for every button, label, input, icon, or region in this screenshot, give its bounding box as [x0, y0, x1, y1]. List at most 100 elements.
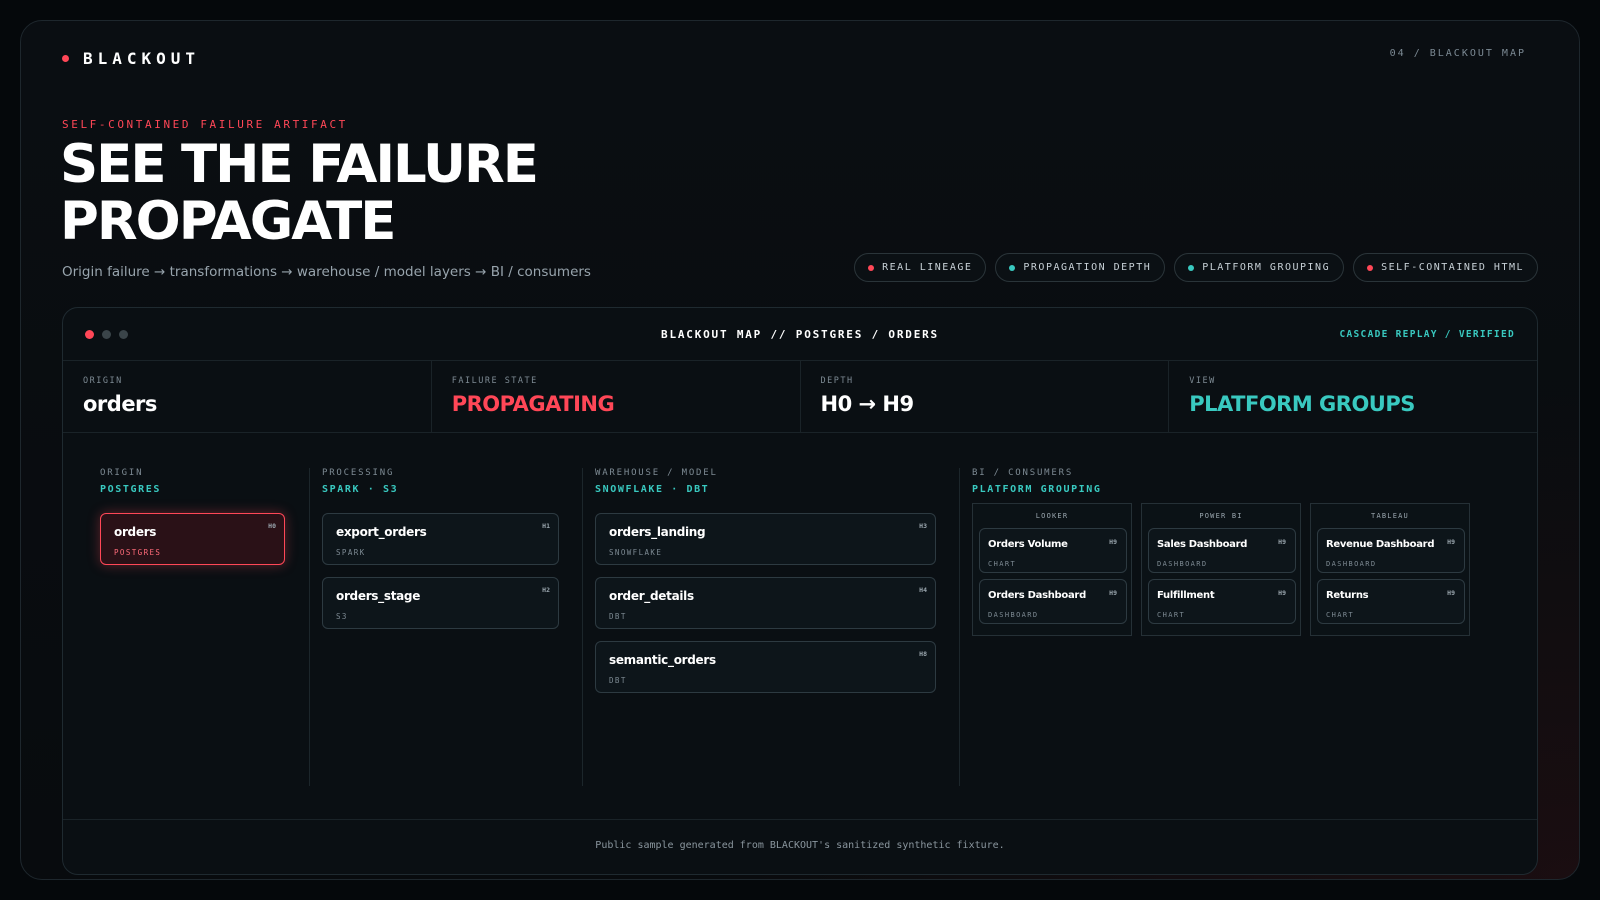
node-type: CHART	[1326, 611, 1355, 619]
node-hop: H0	[268, 522, 276, 530]
node-sales-dashboard[interactable]: Sales Dashboard DASHBOARD H9	[1148, 528, 1296, 573]
stat-depth: DEPTH H0 → H9	[801, 361, 1170, 432]
node-name: order_details	[609, 589, 694, 603]
node-hop: H9	[1278, 538, 1286, 546]
column-origin: ORIGIN POSTGRES	[100, 468, 161, 495]
group-title: LOOKER	[1035, 512, 1069, 520]
column-label: PROCESSING	[322, 468, 395, 478]
column-label: ORIGIN	[100, 468, 144, 478]
node-type: DASHBOARD	[1157, 560, 1208, 568]
stat-view: VIEW PLATFORM GROUPS	[1169, 361, 1537, 432]
node-name: orders	[114, 525, 157, 539]
column-label: WAREHOUSE / MODEL	[595, 468, 718, 478]
stat-value: PLATFORM GROUPS	[1189, 392, 1415, 416]
brand-name: BLACKOUT	[83, 49, 201, 68]
node-hop: H9	[1109, 589, 1117, 597]
column-divider	[582, 468, 583, 786]
footer-text: Public sample generated from BLACKOUT's …	[595, 840, 1005, 851]
column-divider	[309, 468, 310, 786]
group-title: TABLEAU	[1371, 512, 1409, 520]
blackout-map-window: BLACKOUT MAP // POSTGRES / ORDERS CASCAD…	[62, 307, 1538, 875]
window-status: CASCADE REPLAY / VERIFIED	[1339, 329, 1515, 340]
node-type: SNOWFLAKE	[609, 548, 663, 557]
group-power-bi: POWER BI Sales Dashboard DASHBOARD H9 Fu…	[1141, 503, 1301, 636]
node-revenue-dashboard[interactable]: Revenue Dashboard DASHBOARD H9	[1317, 528, 1465, 573]
stat-label: FAILURE STATE	[451, 376, 538, 386]
pill-dot-icon	[1367, 264, 1374, 271]
stat-label: VIEW	[1189, 376, 1216, 386]
node-name: Orders Volume	[988, 539, 1068, 550]
page-tag: 04 / BLACKOUT MAP	[1389, 48, 1526, 59]
node-hop: H1	[542, 522, 550, 530]
node-hop: H9	[1447, 538, 1455, 546]
node-name: Returns	[1326, 590, 1369, 601]
node-hop: H8	[919, 650, 927, 658]
node-type: CHART	[1157, 611, 1186, 619]
node-hop: H9	[1278, 589, 1286, 597]
node-name: semantic_orders	[609, 653, 716, 667]
node-semantic-orders[interactable]: semantic_orders DBT H8	[595, 641, 936, 693]
group-looker: LOOKER Orders Volume CHART H9 Orders Das…	[972, 503, 1132, 636]
column-label: BI / CONSUMERS	[972, 468, 1074, 478]
window-titlebar: BLACKOUT MAP // POSTGRES / ORDERS CASCAD…	[63, 308, 1537, 361]
pill-label: SELF-CONTAINED HTML	[1381, 262, 1524, 273]
stat-failure-state: FAILURE STATE PROPAGATING	[432, 361, 801, 432]
node-type: DBT	[609, 676, 627, 685]
node-orders-volume[interactable]: Orders Volume CHART H9	[979, 528, 1127, 573]
node-returns[interactable]: Returns CHART H9	[1317, 579, 1465, 624]
node-type: POSTGRES	[114, 548, 162, 557]
node-fulfillment[interactable]: Fulfillment CHART H9	[1148, 579, 1296, 624]
brand[interactable]: BLACKOUT	[62, 49, 200, 68]
hero-title-line1: SEE THE FAILURE	[60, 134, 539, 195]
pill-label: PROPAGATION DEPTH	[1023, 262, 1152, 273]
node-type: DBT	[609, 612, 627, 621]
node-name: Sales Dashboard	[1157, 539, 1248, 550]
column-processing: PROCESSING SPARK · S3	[322, 468, 398, 495]
column-warehouse: WAREHOUSE / MODEL SNOWFLAKE · DBT	[595, 468, 718, 495]
node-name: Orders Dashboard	[988, 590, 1086, 601]
column-platform: PLATFORM GROUPING	[972, 484, 1102, 495]
lineage-columns: ORIGIN POSTGRES orders POSTGRES H0 PROCE…	[63, 433, 1537, 820]
pill-real-lineage: REAL LINEAGE	[854, 253, 987, 282]
node-name: orders_landing	[609, 525, 706, 539]
node-order-details[interactable]: order_details DBT H4	[595, 577, 936, 629]
stat-value: H0 → H9	[820, 392, 915, 416]
brand-dot-icon	[62, 55, 69, 62]
group-title: POWER BI	[1199, 512, 1243, 520]
node-name: Fulfillment	[1157, 590, 1215, 601]
node-orders[interactable]: orders POSTGRES H0	[100, 513, 285, 565]
column-bi-consumers: BI / CONSUMERS PLATFORM GROUPING	[972, 468, 1102, 495]
window-title: BLACKOUT MAP // POSTGRES / ORDERS	[661, 328, 939, 341]
hero-subtitle: Origin failure → transformations → wareh…	[62, 264, 591, 280]
pill-dot-icon	[868, 264, 875, 271]
column-platform: SPARK · S3	[322, 484, 399, 495]
stat-label: DEPTH	[820, 376, 854, 386]
stat-value: orders	[83, 392, 157, 416]
pill-dot-icon	[1188, 264, 1195, 271]
hero-eyebrow: SELF-CONTAINED FAILURE ARTIFACT	[62, 118, 348, 131]
pill-platform-grouping: PLATFORM GROUPING	[1174, 253, 1345, 282]
group-tableau: TABLEAU Revenue Dashboard DASHBOARD H9 R…	[1310, 503, 1470, 636]
window-footer: Public sample generated from BLACKOUT's …	[63, 819, 1537, 874]
node-orders-stage[interactable]: orders_stage S3 H2	[322, 577, 559, 629]
pill-label: PLATFORM GROUPING	[1202, 262, 1331, 273]
node-hop: H2	[542, 586, 550, 594]
stat-origin: ORIGIN orders	[63, 361, 432, 432]
node-name: orders_stage	[336, 589, 421, 603]
node-orders-dashboard[interactable]: Orders Dashboard DASHBOARD H9	[979, 579, 1127, 624]
hero-title-line2: PROPAGATE	[60, 191, 396, 252]
pill-propagation-depth: PROPAGATION DEPTH	[995, 253, 1166, 282]
pill-dot-icon	[1009, 264, 1016, 271]
node-export-orders[interactable]: export_orders SPARK H1	[322, 513, 559, 565]
node-hop: H4	[919, 586, 927, 594]
column-platform: SNOWFLAKE · DBT	[595, 484, 710, 495]
column-platform: POSTGRES	[100, 484, 161, 495]
node-orders-landing[interactable]: orders_landing SNOWFLAKE H3	[595, 513, 936, 565]
node-hop: H9	[1109, 538, 1117, 546]
node-type: SPARK	[336, 548, 366, 557]
feature-pills: REAL LINEAGE PROPAGATION DEPTH PLATFORM …	[854, 253, 1538, 282]
pill-self-contained-html: SELF-CONTAINED HTML	[1353, 253, 1538, 282]
hero-title: SEE THE FAILURE PROPAGATE	[60, 134, 539, 252]
column-divider	[959, 468, 960, 786]
stat-label: ORIGIN	[83, 376, 123, 386]
